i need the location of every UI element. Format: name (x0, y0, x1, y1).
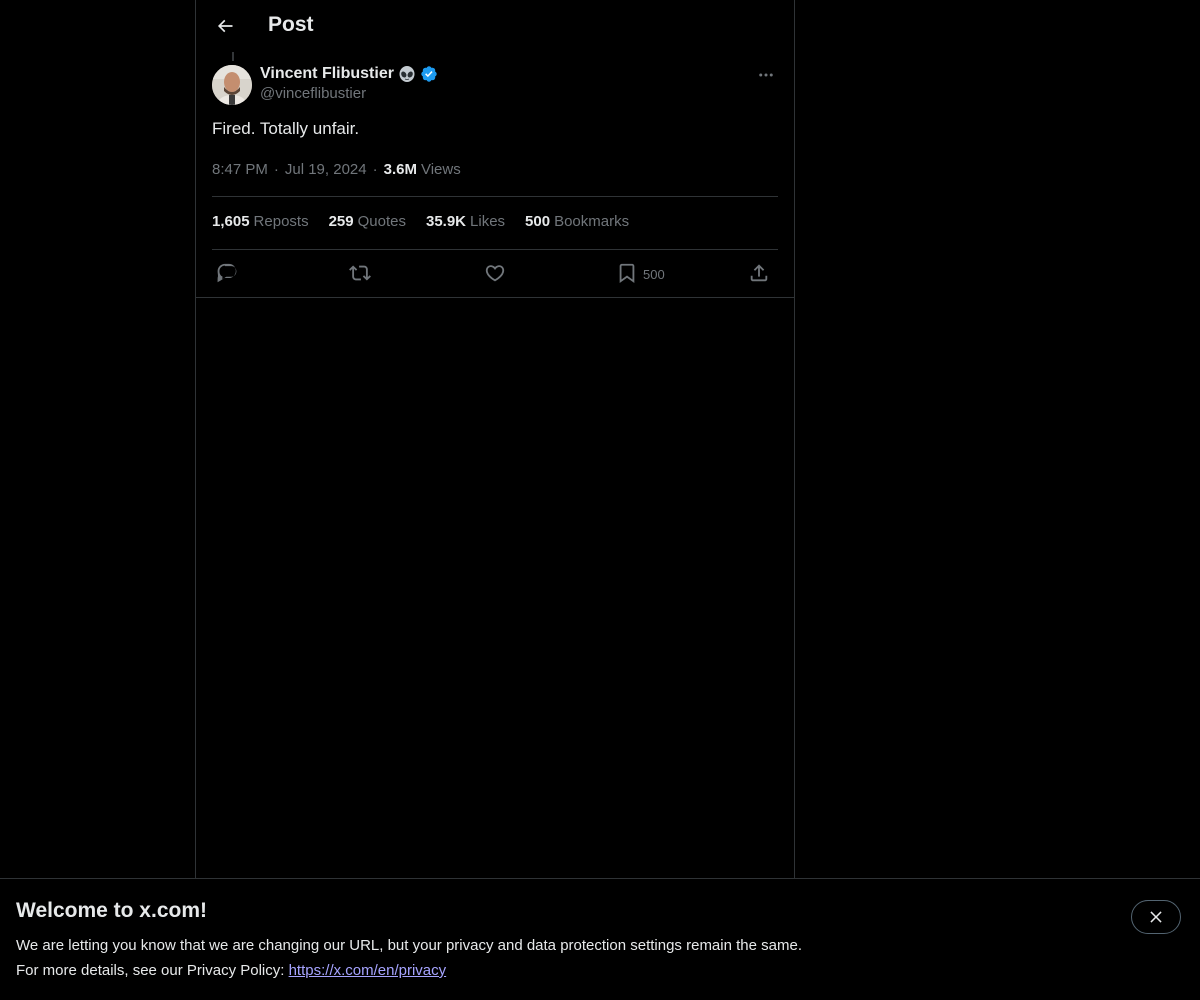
bookmark-button[interactable]: 500 (616, 261, 665, 285)
author-handle[interactable]: @vinceflibustier (260, 85, 438, 102)
meta-separator: · (273, 161, 279, 178)
stat-quotes[interactable]: 259 Quotes (329, 213, 406, 230)
stat-value: 259 (328, 213, 354, 230)
share-button[interactable] (748, 261, 770, 285)
url-change-banner: Welcome to x.com! We are letting you kno… (0, 878, 1200, 1000)
views-count: 3.6M (383, 161, 417, 178)
repost-icon (349, 262, 371, 284)
stat-value: 500 (525, 213, 551, 230)
stat-bookmarks[interactable]: 500 Bookmarks (525, 213, 629, 230)
primary-column: Post Vincent Flibustier @vinceflibustier… (195, 0, 795, 1000)
divider (212, 249, 778, 250)
banner-title: Welcome to x.com! (16, 899, 207, 922)
verified-badge-icon[interactable] (420, 65, 438, 83)
post-actions: 500 (212, 261, 778, 287)
reply-icon (216, 262, 238, 284)
post-time[interactable]: 8:47 PM (212, 161, 268, 178)
avatar[interactable] (212, 65, 252, 105)
author-info: Vincent Flibustier @vinceflibustier (260, 64, 438, 102)
privacy-policy-link[interactable]: https://x.com/en/privacy (289, 962, 447, 979)
post-text: Fired. Totally unfair. (212, 119, 360, 138)
author-name[interactable]: Vincent Flibustier (260, 65, 394, 83)
banner-privacy-prefix: For more details, see our Privacy Policy… (16, 962, 289, 979)
page-title: Post (268, 13, 314, 36)
banner-privacy-line: For more details, see our Privacy Policy… (16, 962, 446, 979)
bookmark-icon (616, 262, 638, 284)
banner-close-button[interactable] (1131, 900, 1181, 934)
stat-value: 35.9K (425, 213, 467, 230)
stat-likes[interactable]: 35.9K Likes (426, 213, 505, 230)
alien-emoji-icon (398, 65, 416, 83)
reply-button[interactable] (216, 261, 238, 285)
stat-label: Quotes (357, 213, 406, 230)
heart-icon (484, 262, 506, 284)
meta-separator: · (372, 161, 378, 178)
more-options-button[interactable] (754, 65, 778, 85)
close-icon (1147, 908, 1165, 926)
repost-button[interactable] (349, 261, 371, 285)
bookmark-count: 500 (643, 267, 665, 282)
divider (212, 196, 778, 197)
more-horizontal-icon (757, 66, 775, 84)
stat-label: Bookmarks (554, 213, 630, 230)
post-date[interactable]: Jul 19, 2024 (285, 161, 367, 178)
stat-label: Likes (470, 213, 506, 230)
arrow-left-icon (215, 16, 235, 36)
stat-value: 1,605 (212, 213, 250, 230)
like-button[interactable] (484, 261, 506, 285)
share-icon (748, 262, 770, 284)
back-button[interactable] (208, 9, 242, 43)
post-bottom-border (196, 297, 794, 298)
post-header: Post (196, 0, 794, 54)
stat-reposts[interactable]: 1,605 Reposts (212, 213, 309, 230)
stat-label: Reposts (253, 213, 309, 230)
author-name-row: Vincent Flibustier (260, 64, 438, 84)
views-label: Views (420, 161, 461, 178)
post-stats: 1,605 Reposts 259 Quotes 35.9K Likes 500 Boo… (212, 213, 649, 230)
thread-connector-line (232, 52, 234, 61)
banner-message: We are letting you know that we are chan… (16, 937, 802, 954)
post-meta: 8:47 PM · Jul 19, 2024 · 3.6M Views (212, 161, 461, 178)
